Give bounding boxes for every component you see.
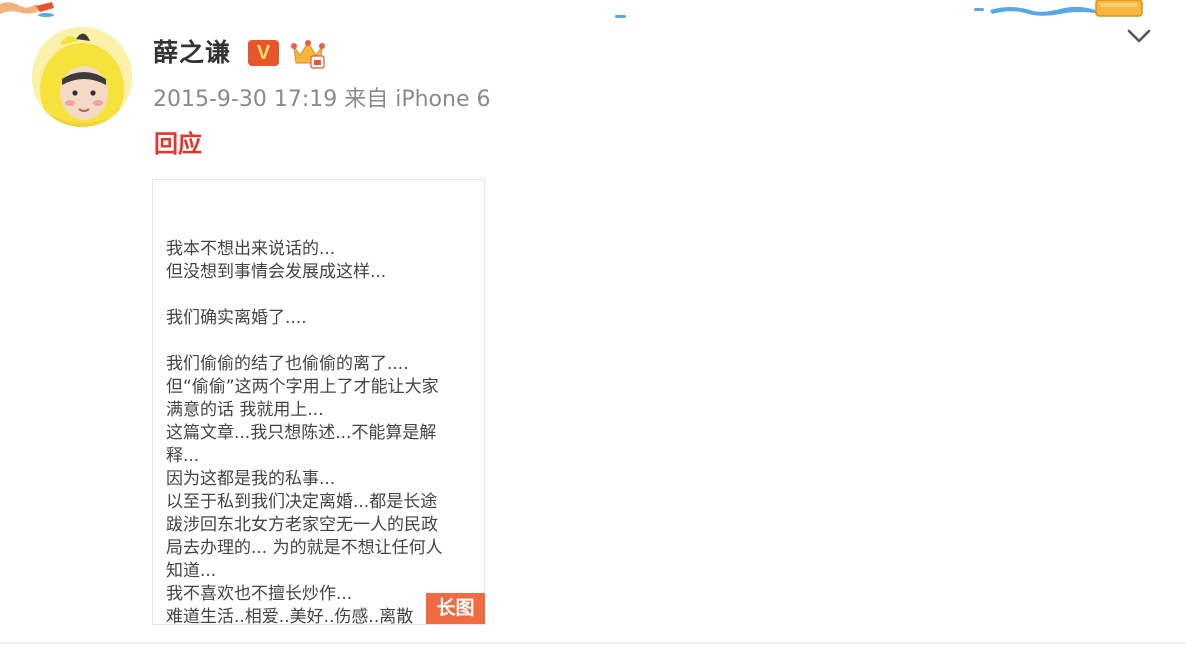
long-image-line: 跋涉回东北女方老家空无一人的民政 <box>166 515 438 535</box>
long-image-line <box>166 330 484 353</box>
long-image-line: 我们偷偷的结了也偷偷的离了.... <box>166 354 409 374</box>
long-image-line: 局去办理的... 为的就是不想让任何人 <box>166 538 443 558</box>
decorative-cartoon-icon <box>0 2 54 17</box>
long-image-line: 因为这都是我的私事... <box>166 469 336 489</box>
long-image-line: 释... <box>166 446 200 466</box>
decorative-wave <box>615 15 626 18</box>
long-image-text: 我本不想出来说话的... 但没想到事情会发展成这样... 我们确实离婚了....… <box>166 238 484 624</box>
long-image-line: 我本不想出来说话的... <box>166 239 336 259</box>
long-image-line: 满意的话 我就用上... <box>166 400 324 420</box>
long-image-badge[interactable]: 长图 <box>426 593 485 624</box>
divider <box>0 642 1186 644</box>
verified-badge-icon[interactable]: V <box>248 40 279 66</box>
long-image-line: 这篇文章...我只想陈述...不能算是解 <box>166 423 437 443</box>
author-name[interactable]: 薛之谦 <box>153 36 231 70</box>
long-image-line: 以至于私到我们决定离婚...都是长途 <box>166 492 438 512</box>
post-timestamp-source[interactable]: 2015-9-30 17:19 来自 iPhone 6 <box>153 86 491 114</box>
crown-badge-icon[interactable] <box>290 39 326 69</box>
long-image-line: 但没想到事情会发展成这样... <box>166 262 387 282</box>
decorative-water-icon <box>974 0 1143 17</box>
post-text: 回应 <box>154 130 202 158</box>
chevron-down-icon[interactable] <box>1124 24 1154 48</box>
long-image-line: 我们确实离婚了.... <box>166 308 307 328</box>
long-image-line <box>166 284 484 307</box>
long-image-line: 知道... <box>166 561 217 581</box>
weibo-post-card: 薛之谦 V 2015-9-30 17:19 来自 iPhone 6 回应 我本不… <box>0 0 1186 648</box>
avatar-image <box>32 27 132 127</box>
long-image-attachment[interactable]: 我本不想出来说话的... 但没想到事情会发展成这样... 我们确实离婚了....… <box>152 179 485 625</box>
long-image-line: 但“偷偷”这两个字用上了才能让大家 <box>166 377 439 397</box>
avatar[interactable] <box>32 27 132 127</box>
